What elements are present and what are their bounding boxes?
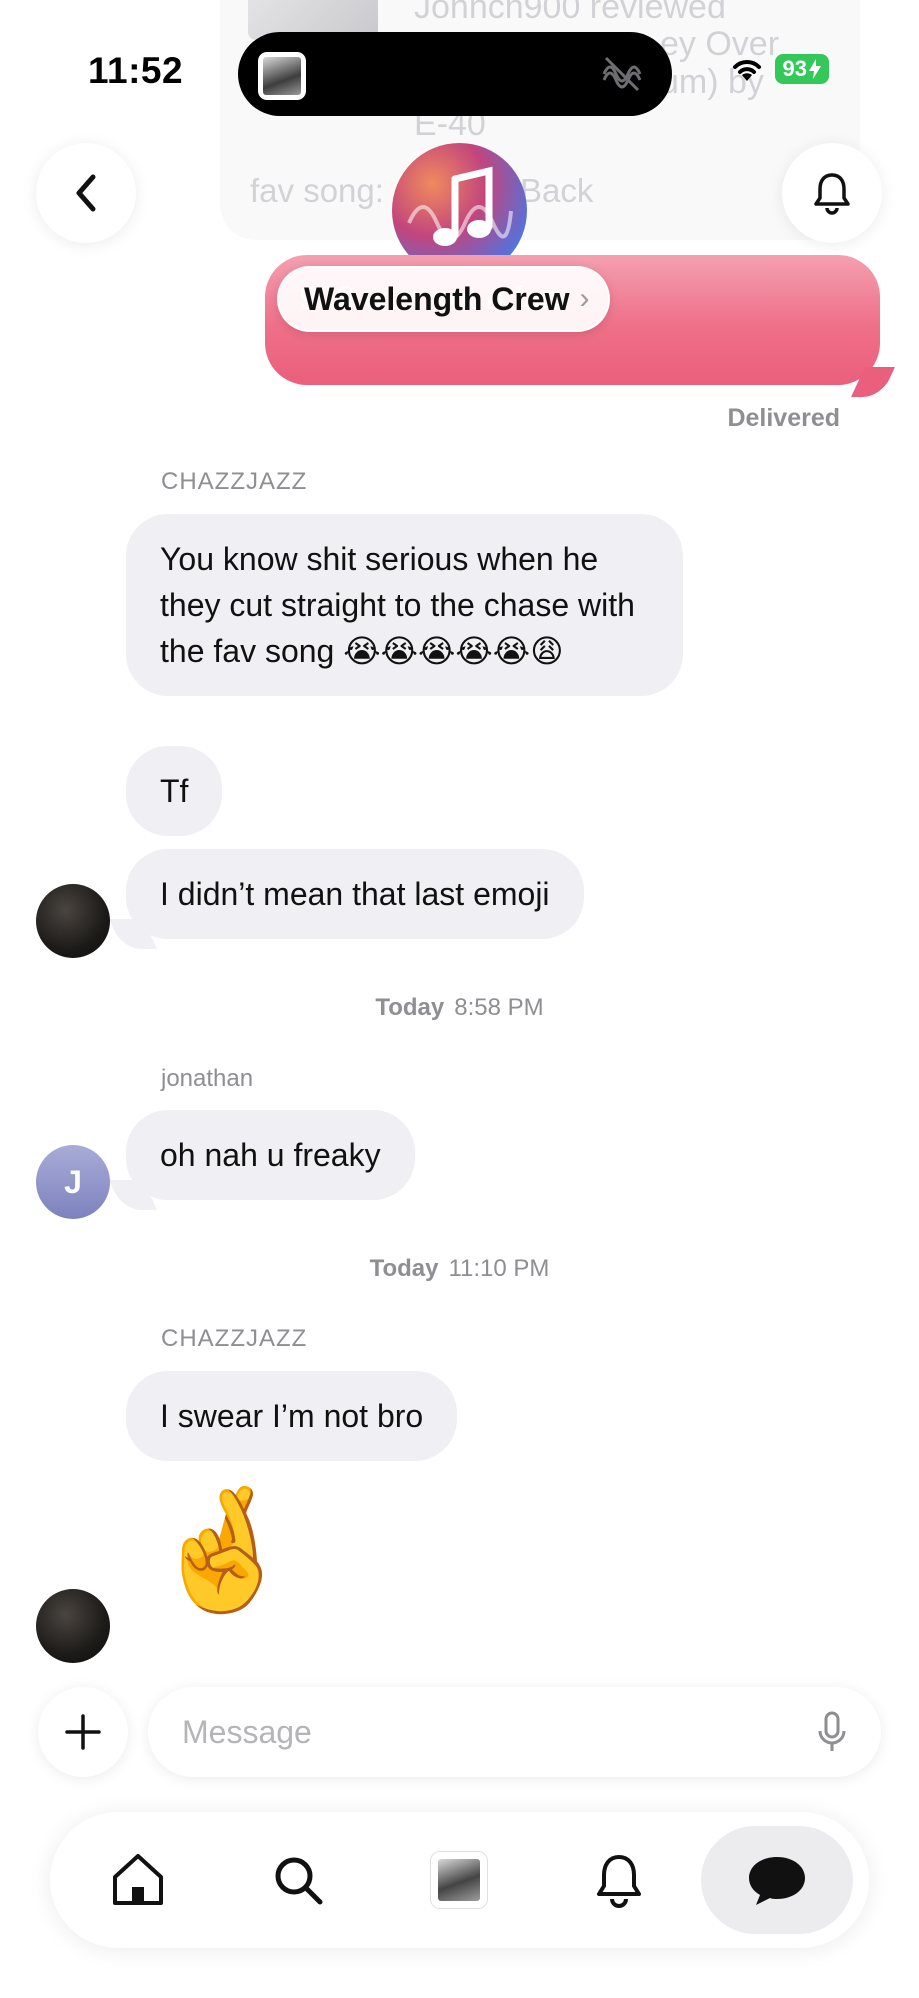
message-bubble[interactable]: I didn’t mean that last emoji bbox=[109, 849, 584, 949]
message-bubble[interactable]: oh nah u freaky bbox=[109, 1110, 415, 1210]
profile-thumbnail bbox=[430, 1851, 488, 1909]
message-bubble[interactable]: I swear I’m not bro bbox=[126, 1371, 458, 1461]
add-attachment-button[interactable] bbox=[38, 1687, 128, 1777]
back-button[interactable] bbox=[36, 143, 136, 243]
bubble-tail bbox=[109, 1180, 157, 1210]
charging-bolt-icon bbox=[809, 59, 821, 79]
notifications-button[interactable] bbox=[782, 143, 882, 243]
background-review-text: Johnch900 reviewed bbox=[414, 0, 726, 26]
plus-icon bbox=[65, 1714, 101, 1750]
message-bubble[interactable]: Tf bbox=[126, 746, 223, 836]
chat-bubble-icon bbox=[749, 1857, 805, 1905]
timestamp-time: 8:58 PM bbox=[454, 994, 544, 1021]
timestamp: Today 11:10 PM bbox=[0, 1255, 919, 1283]
group-name: Wavelength Crew bbox=[304, 280, 570, 317]
avatar-chazzjazz[interactable] bbox=[36, 884, 110, 958]
home-icon bbox=[113, 1854, 163, 1905]
search-icon bbox=[275, 1857, 323, 1905]
tab-home[interactable] bbox=[78, 1812, 198, 1948]
message-text: I didn’t mean that last emoji bbox=[160, 876, 550, 912]
timestamp: Today 8:58 PM bbox=[0, 994, 919, 1022]
emoji-message[interactable]: 🤞 bbox=[148, 1490, 297, 1610]
group-name-pill[interactable]: Wavelength Crew › bbox=[277, 266, 610, 332]
message-text: oh nah u freaky bbox=[160, 1137, 381, 1173]
avatar-initial: J bbox=[64, 1163, 82, 1200]
bell-icon bbox=[597, 1855, 641, 1908]
tab-bar bbox=[50, 1812, 869, 1948]
battery-level: 93 bbox=[782, 56, 807, 81]
timestamp-day: Today bbox=[369, 1255, 439, 1282]
sent-bubble-tail bbox=[851, 367, 895, 397]
avatar-chazzjazz[interactable] bbox=[36, 1589, 110, 1663]
battery-indicator: 93 bbox=[774, 54, 829, 84]
bubble-tail bbox=[109, 919, 157, 949]
timestamp-time: 11:10 PM bbox=[448, 1255, 550, 1282]
message-text: Tf bbox=[160, 773, 189, 809]
sender-name: jonathan bbox=[161, 1065, 254, 1092]
now-playing-thumbnail bbox=[258, 52, 306, 100]
message-text: I swear I’m not bro bbox=[160, 1398, 424, 1434]
status-icons: 93 bbox=[729, 54, 829, 84]
background-fav-song-label: fav song: bbox=[250, 172, 384, 209]
music-note-icon bbox=[406, 166, 513, 246]
chevron-left-icon bbox=[76, 174, 96, 212]
muted-waveform-icon bbox=[602, 56, 642, 92]
message-input[interactable] bbox=[182, 1687, 782, 1777]
tab-activity[interactable] bbox=[559, 1812, 679, 1948]
microphone-icon[interactable] bbox=[817, 1711, 847, 1753]
tab-search[interactable] bbox=[238, 1812, 358, 1948]
tab-chats[interactable] bbox=[701, 1826, 853, 1934]
tab-profile[interactable] bbox=[399, 1812, 519, 1948]
background-back-text: Back bbox=[520, 172, 594, 209]
message-composer[interactable] bbox=[148, 1687, 881, 1777]
dynamic-island[interactable] bbox=[238, 32, 672, 116]
wifi-icon bbox=[732, 60, 761, 81]
bell-icon bbox=[814, 173, 850, 215]
delivery-status: Delivered bbox=[727, 404, 840, 432]
sender-name: CHAZZJAZZ bbox=[161, 1325, 308, 1352]
status-time: 11:52 bbox=[88, 50, 184, 91]
avatar-jonathan[interactable]: J bbox=[36, 1145, 110, 1219]
message-bubble[interactable]: You know shit serious when he they cut s… bbox=[126, 514, 683, 696]
chevron-right-icon: › bbox=[579, 282, 590, 315]
message-text: You know shit serious when he they cut s… bbox=[160, 541, 635, 669]
sender-name: CHAZZJAZZ bbox=[161, 468, 308, 495]
timestamp-day: Today bbox=[375, 994, 445, 1021]
